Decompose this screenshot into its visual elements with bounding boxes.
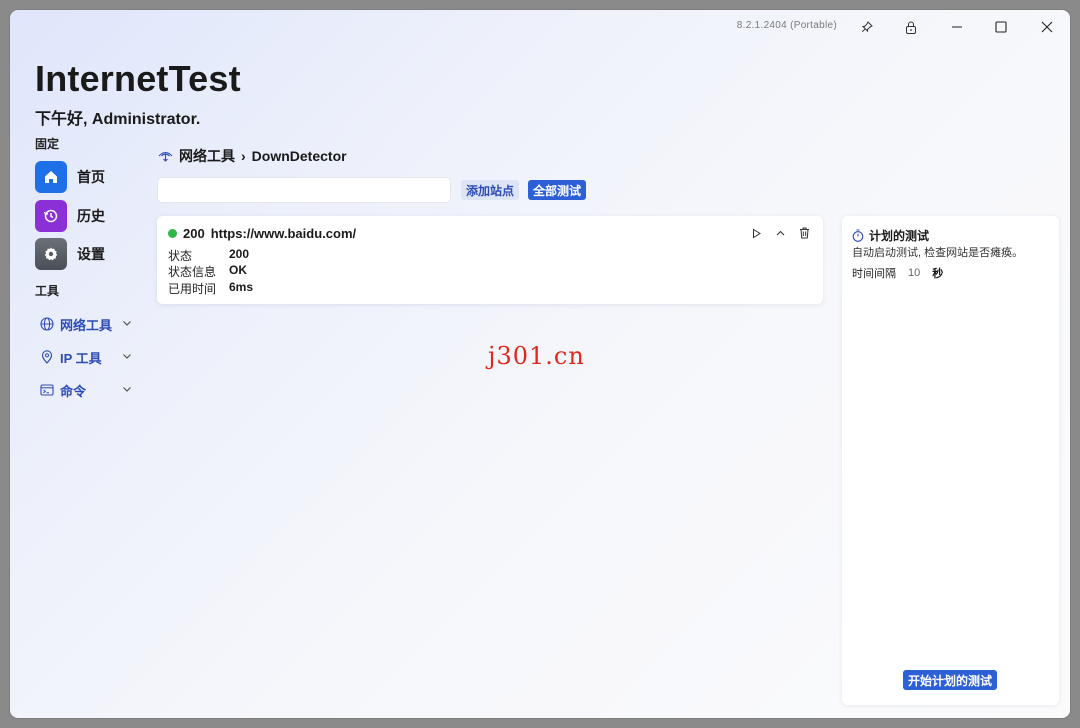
nav-item-history[interactable]: 历史 [35,200,105,232]
close-button[interactable] [1032,14,1062,40]
site-card-header: 200 https://www.baidu.com/ [168,226,356,241]
scheduled-test-title-text: 计划的测试 [869,229,930,243]
scheduled-test-panel: 计划的测试 自动启动测试, 检查网站是否瘫痪。 时间间隔 10 秒 开始计划的测… [842,216,1059,705]
nav-item-ip-tools[interactable]: IP 工具 [40,346,132,368]
gear-icon [35,238,67,270]
version-label: 8.2.1.2404 (Portable) [736,20,837,31]
pinned-section-label: 固定 [35,137,60,151]
pin-button[interactable] [852,14,882,40]
watermark: j301.cn [488,342,585,370]
history-icon [35,200,67,232]
app-title: InternetTest [35,58,241,99]
breadcrumb-parent[interactable]: 网络工具 [179,146,235,166]
site-field-status: 状态 200 [168,247,249,264]
nav-item-network-tools[interactable]: 网络工具 [40,313,132,335]
add-site-button[interactable]: 添加站点 [461,180,520,200]
test-all-button[interactable]: 全部测试 [528,180,587,200]
site-url: https://www.baidu.com/ [210,226,357,241]
chevron-down-icon [123,387,131,392]
globe-icon [40,317,54,331]
field-key: 状态 [168,249,193,263]
terminal-icon [40,384,54,396]
interval-value-input[interactable]: 10 [908,267,920,279]
chevron-up-icon [776,230,784,235]
scheduled-test-title: 计划的测试 [852,227,929,244]
site-url-input[interactable] [157,177,451,203]
nav-item-label: 首页 [77,169,105,185]
nav-item-label: IP 工具 [60,350,102,366]
location-pin-icon [41,350,53,364]
pin-icon [861,21,873,33]
nav-item-settings[interactable]: 设置 [35,238,105,270]
title-bar: 8.2.1.2404 (Portable) [10,10,1070,44]
field-value: 200 [229,247,250,261]
breadcrumb: 网络工具 › DownDetector [158,146,347,166]
trash-icon [799,227,809,239]
start-scheduled-test-button[interactable]: 开始计划的测试 [903,670,998,690]
field-value: OK [229,263,247,277]
site-status-code: 200 [183,226,205,241]
interval-unit: 秒 [932,268,944,280]
home-icon [35,161,67,193]
scheduled-test-description: 自动启动测试, 检查网站是否瘫痪。 [852,247,1024,259]
lock-button[interactable] [896,14,926,40]
chevron-down-icon [123,354,131,359]
collapse-button[interactable] [773,226,787,240]
app-window: 8.2.1.2404 (Portable) InternetTest 下午好, … [10,10,1070,718]
maximize-button[interactable] [986,14,1016,40]
delete-site-button[interactable] [797,226,811,240]
lock-icon [906,21,916,34]
nav-item-label: 网络工具 [60,317,113,333]
field-value: 6ms [229,280,254,294]
play-icon [752,228,761,238]
interval-row: 时间间隔 10 秒 [852,265,943,281]
site-field-elapsed-time: 已用时间 6ms [168,280,253,297]
site-field-status-message: 状态信息 OK [168,263,247,280]
timer-icon [852,229,864,242]
tools-section-label: 工具 [35,284,60,298]
nav-item-commands[interactable]: 命令 [40,379,132,401]
minimize-icon [952,26,962,28]
field-key: 已用时间 [168,282,217,296]
breadcrumb-current: DownDetector [251,148,347,164]
close-icon [1041,21,1053,33]
chevron-down-icon [123,321,131,326]
breadcrumb-separator: › [241,148,246,164]
minimize-button[interactable] [942,14,972,40]
site-card-actions [749,226,811,240]
nav-item-home[interactable]: 首页 [35,161,105,193]
down-detector-icon [158,151,173,162]
run-test-button[interactable] [749,226,763,240]
greeting: 下午好, Administrator. [35,111,201,128]
site-card: 200 https://www.baidu.com/ 状态 200 状态信息 O… [157,216,823,304]
maximize-icon [995,21,1007,33]
status-dot-icon [168,229,177,238]
nav-item-label: 设置 [77,246,105,262]
nav-item-label: 命令 [60,383,87,399]
field-key: 状态信息 [168,265,217,279]
interval-label: 时间间隔 [852,268,896,280]
nav-item-label: 历史 [77,208,105,224]
